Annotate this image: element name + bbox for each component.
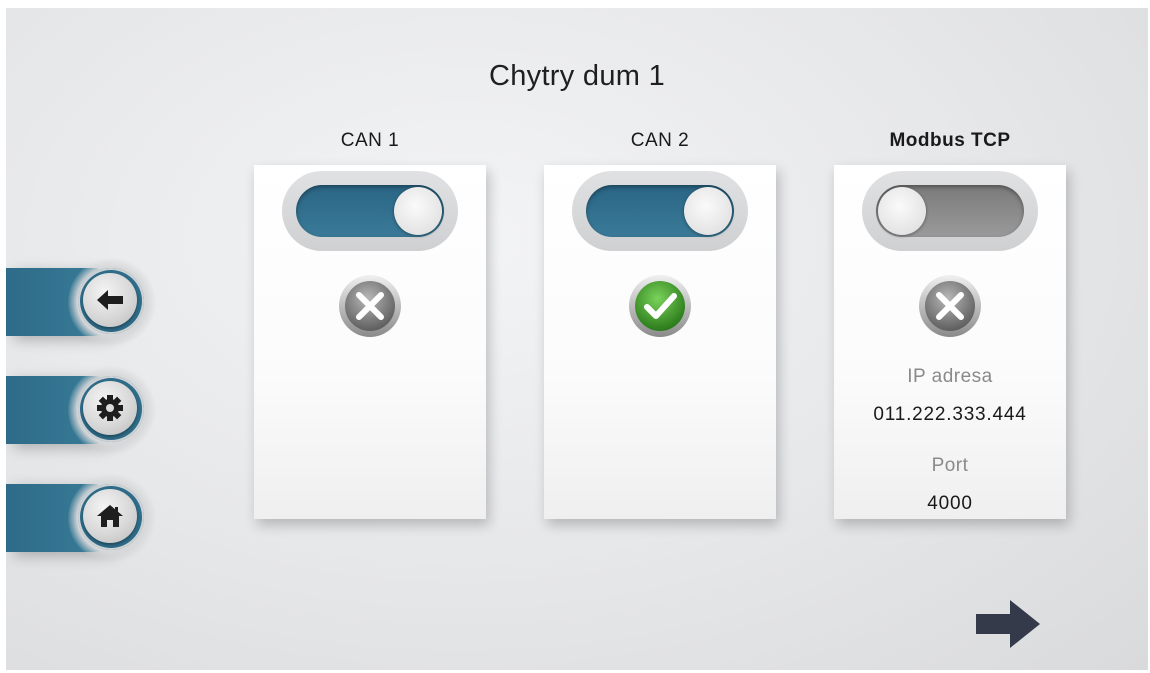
- screen: Chytry dum 1 CAN 1 CAN 2 Modbus TCP IP a…: [6, 8, 1148, 670]
- can1-card: [254, 165, 486, 519]
- ip-address-label: IP adresa: [907, 366, 993, 387]
- port-value[interactable]: 4000: [834, 493, 1066, 515]
- home-button-knob: [78, 484, 144, 550]
- can1-toggle[interactable]: [296, 185, 444, 237]
- can2-card: [544, 165, 776, 519]
- toggle-thumb: [684, 187, 732, 235]
- check-circle-icon: [627, 273, 693, 339]
- settings-button-knob: [78, 376, 144, 442]
- modbus-toggle[interactable]: [876, 185, 1024, 237]
- can2-toggle-well: [572, 171, 748, 251]
- toggle-thumb: [394, 187, 442, 235]
- modbus-tcp-label: Modbus TCP: [889, 130, 1011, 151]
- settings-button[interactable]: [6, 366, 156, 454]
- can1-label: CAN 1: [340, 130, 400, 151]
- home-button[interactable]: [6, 474, 156, 562]
- ip-address-value[interactable]: 011.222.333.444: [834, 404, 1066, 426]
- can2-label: CAN 2: [630, 130, 690, 151]
- toggle-thumb: [878, 187, 926, 235]
- can1-toggle-well: [282, 171, 458, 251]
- modbus-toggle-well: [862, 171, 1038, 251]
- port-label: Port: [931, 455, 969, 476]
- next-button[interactable]: [974, 598, 1042, 650]
- x-circle-icon: [337, 273, 403, 339]
- arrow-right-icon: [976, 600, 1040, 648]
- page-title: Chytry dum 1: [488, 60, 666, 92]
- gear-icon: [83, 381, 137, 435]
- back-button-knob: [78, 268, 144, 334]
- modbus-tcp-card: IP adresa 011.222.333.444 Port 4000: [834, 165, 1066, 519]
- can2-toggle[interactable]: [586, 185, 734, 237]
- arrow-left-icon: [83, 273, 137, 327]
- back-button[interactable]: [6, 258, 156, 346]
- x-circle-icon: [917, 273, 983, 339]
- home-icon: [83, 489, 137, 543]
